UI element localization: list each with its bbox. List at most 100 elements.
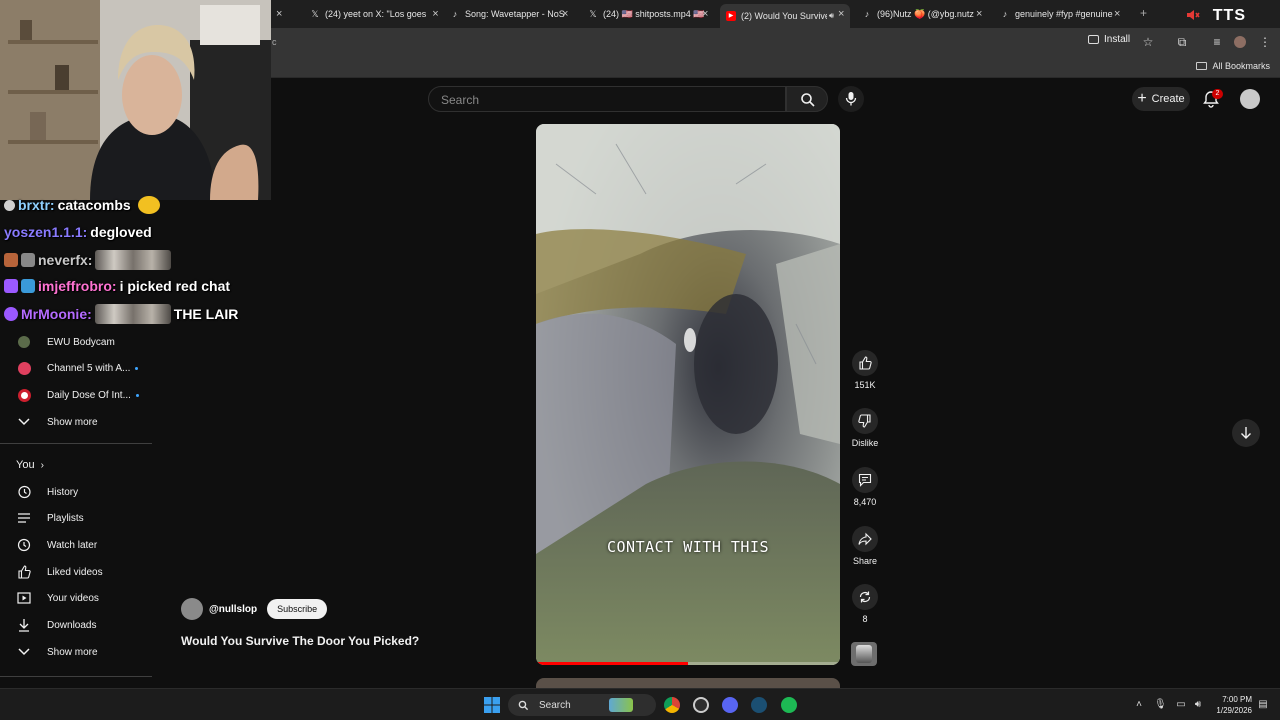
voice-search-button[interactable] bbox=[838, 86, 864, 112]
tab-title: (96)Nutz 🍑 (@ybg.nutz bbox=[877, 8, 974, 19]
dislike-button[interactable]: Dislike bbox=[846, 408, 884, 448]
chevron-down-icon bbox=[17, 645, 31, 659]
channel-name[interactable]: @nullslop bbox=[209, 604, 257, 615]
chat-message: imjeffrobro: i picked red chat bbox=[4, 278, 230, 294]
chevron-down-icon bbox=[17, 415, 31, 429]
browser-tab[interactable]: 𝕏 (24) 🇺🇸 shitposts.mp4 🇺🇸 bbox=[588, 4, 706, 24]
windows-start-icon[interactable] bbox=[484, 697, 500, 713]
address-bar-fragment[interactable]: c bbox=[272, 37, 277, 47]
watch-later-icon bbox=[17, 538, 31, 552]
speaker-icon[interactable]: 🔊︎ bbox=[829, 11, 834, 21]
chrome-icon[interactable] bbox=[664, 697, 680, 713]
share-button[interactable]: Share bbox=[846, 526, 884, 566]
playlists-icon bbox=[17, 511, 31, 525]
sidebar-divider bbox=[0, 676, 152, 677]
chat-username: imjeffrobro: bbox=[38, 278, 117, 294]
tiktok-icon: ♪ bbox=[864, 9, 870, 19]
sidebar-item-label: Playlists bbox=[47, 512, 84, 524]
browser-tab[interactable]: ♪ (96)Nutz 🍑 (@ybg.nutz bbox=[862, 4, 982, 24]
chat-badge-icon bbox=[4, 279, 18, 293]
tab-title: (24) yeet on X: "Los goes bbox=[325, 9, 427, 19]
close-tab-icon[interactable]: × bbox=[838, 8, 844, 20]
sidebar-item-playlists[interactable]: Playlists bbox=[0, 506, 152, 530]
account-avatar[interactable] bbox=[1240, 89, 1260, 109]
network-icon[interactable]: ▭ bbox=[1175, 699, 1187, 711]
chevron-up-icon[interactable]: ˄ bbox=[1133, 699, 1145, 711]
shorts-video-player[interactable]: CONTACT WITH THIS bbox=[536, 124, 840, 665]
chat-message: neverfx: bbox=[4, 250, 174, 270]
media-control-icon[interactable]: ≡ bbox=[1210, 35, 1224, 49]
sidebar-item-label: Daily Dose Of Int... bbox=[47, 389, 131, 401]
taskbar-search-label: Search bbox=[539, 699, 571, 711]
notification-count-badge: 2 bbox=[1212, 89, 1223, 99]
taskbar-search-box[interactable]: Search bbox=[508, 694, 656, 716]
spotify-icon[interactable] bbox=[781, 697, 797, 713]
chevron-right-icon: › bbox=[40, 459, 44, 471]
channel-avatar-icon bbox=[17, 388, 31, 402]
sidebar-item-watch-later[interactable]: Watch later bbox=[0, 533, 152, 557]
like-button[interactable]: 151K bbox=[846, 350, 884, 390]
taskbar-clock[interactable]: 7:00 PM 1/29/2026 bbox=[1210, 694, 1252, 716]
sidebar-item-your-videos[interactable]: Your videos bbox=[0, 586, 152, 610]
obs-icon[interactable] bbox=[693, 697, 709, 713]
subscribe-button[interactable]: Subscribe bbox=[267, 599, 328, 619]
install-app-button[interactable]: Install bbox=[1088, 34, 1130, 45]
sound-thumbnail[interactable] bbox=[851, 642, 877, 666]
steam-icon[interactable] bbox=[751, 697, 767, 713]
sidebar-subscription-daily-dose[interactable]: Daily Dose Of Int... bbox=[0, 383, 152, 407]
video-title[interactable]: Would You Survive The Door You Picked? bbox=[181, 634, 419, 648]
profile-avatar-icon[interactable] bbox=[1234, 36, 1246, 48]
close-tab-icon[interactable]: × bbox=[276, 8, 282, 20]
close-tab-icon[interactable]: × bbox=[1114, 8, 1120, 20]
sidebar-show-more[interactable]: Show more bbox=[0, 640, 152, 664]
search-button[interactable] bbox=[786, 86, 828, 112]
sidebar-item-downloads[interactable]: Downloads bbox=[0, 613, 152, 637]
browser-tab[interactable]: 𝕏 (24) yeet on X: "Los goes × bbox=[310, 4, 470, 24]
sidebar-item-liked-videos[interactable]: Liked videos bbox=[0, 560, 152, 584]
channel-avatar[interactable] bbox=[181, 598, 203, 620]
comments-button[interactable]: 8,470 bbox=[846, 467, 884, 507]
discord-icon[interactable] bbox=[722, 697, 738, 713]
sidebar-subscription-ewu-bodycam[interactable]: EWU Bodycam bbox=[0, 330, 152, 354]
chat-username: yoszen1.1.1: bbox=[4, 224, 88, 240]
tab-title: (24) 🇺🇸 shitposts.mp4 🇺🇸 bbox=[603, 8, 705, 19]
dislike-label: Dislike bbox=[851, 438, 879, 448]
sidebar-you-header[interactable]: You › bbox=[0, 453, 152, 477]
search-input[interactable]: Search bbox=[428, 86, 786, 112]
close-tab-icon[interactable]: × bbox=[702, 8, 708, 20]
sidebar-show-more[interactable]: Show more bbox=[0, 410, 152, 434]
muted-speaker-icon bbox=[1187, 10, 1200, 20]
new-tab-button[interactable]: + bbox=[1140, 6, 1147, 20]
more-menu-icon[interactable]: ⋮ bbox=[1258, 35, 1272, 49]
browser-tab[interactable]: ♪ Song: Wavetapper - NoS bbox=[450, 4, 565, 24]
x-logo-icon: 𝕏 bbox=[589, 9, 597, 19]
browser-tab[interactable]: × bbox=[270, 4, 286, 24]
browser-tab[interactable]: ♪ genuinely #fyp #genuine bbox=[1000, 4, 1118, 24]
next-short-preview[interactable] bbox=[536, 678, 840, 688]
sidebar-item-label: Watch later bbox=[47, 539, 98, 551]
create-button[interactable]: + Create bbox=[1132, 87, 1190, 111]
volume-icon[interactable]: 🔊︎ bbox=[1192, 699, 1204, 711]
remix-button[interactable]: 8 bbox=[846, 584, 884, 624]
install-label: Install bbox=[1104, 34, 1131, 45]
sidebar-item-label: Liked videos bbox=[47, 566, 103, 578]
sidebar-item-history[interactable]: History bbox=[0, 480, 152, 504]
extensions-icon[interactable]: ⧉ bbox=[1175, 35, 1189, 49]
chat-badge-icon bbox=[4, 199, 15, 211]
sidebar-subscription-channel-5[interactable]: Channel 5 with A... bbox=[0, 356, 152, 380]
next-short-button[interactable] bbox=[1232, 419, 1260, 447]
sidebar-item-label: Show more bbox=[47, 416, 98, 428]
star-bookmark-icon[interactable]: ☆ bbox=[1141, 35, 1155, 49]
plus-icon: + bbox=[1137, 90, 1147, 107]
close-tab-icon[interactable]: × bbox=[562, 8, 568, 20]
video-frame-cave-tunnel bbox=[536, 124, 840, 665]
notification-icon[interactable]: ▤ bbox=[1257, 699, 1269, 711]
browser-tab-active[interactable]: ▶ (2) Would You Survive 🔊︎ bbox=[720, 4, 850, 28]
close-tab-icon[interactable]: × bbox=[432, 8, 438, 20]
microphone-icon[interactable]: 🎙︎ bbox=[1154, 699, 1167, 711]
video-progress-fill bbox=[536, 662, 688, 665]
channel-avatar-icon bbox=[17, 335, 31, 349]
webcam-frame bbox=[0, 0, 271, 200]
close-tab-icon[interactable]: × bbox=[976, 8, 982, 20]
all-bookmarks-button[interactable]: All Bookmarks bbox=[1196, 61, 1270, 71]
